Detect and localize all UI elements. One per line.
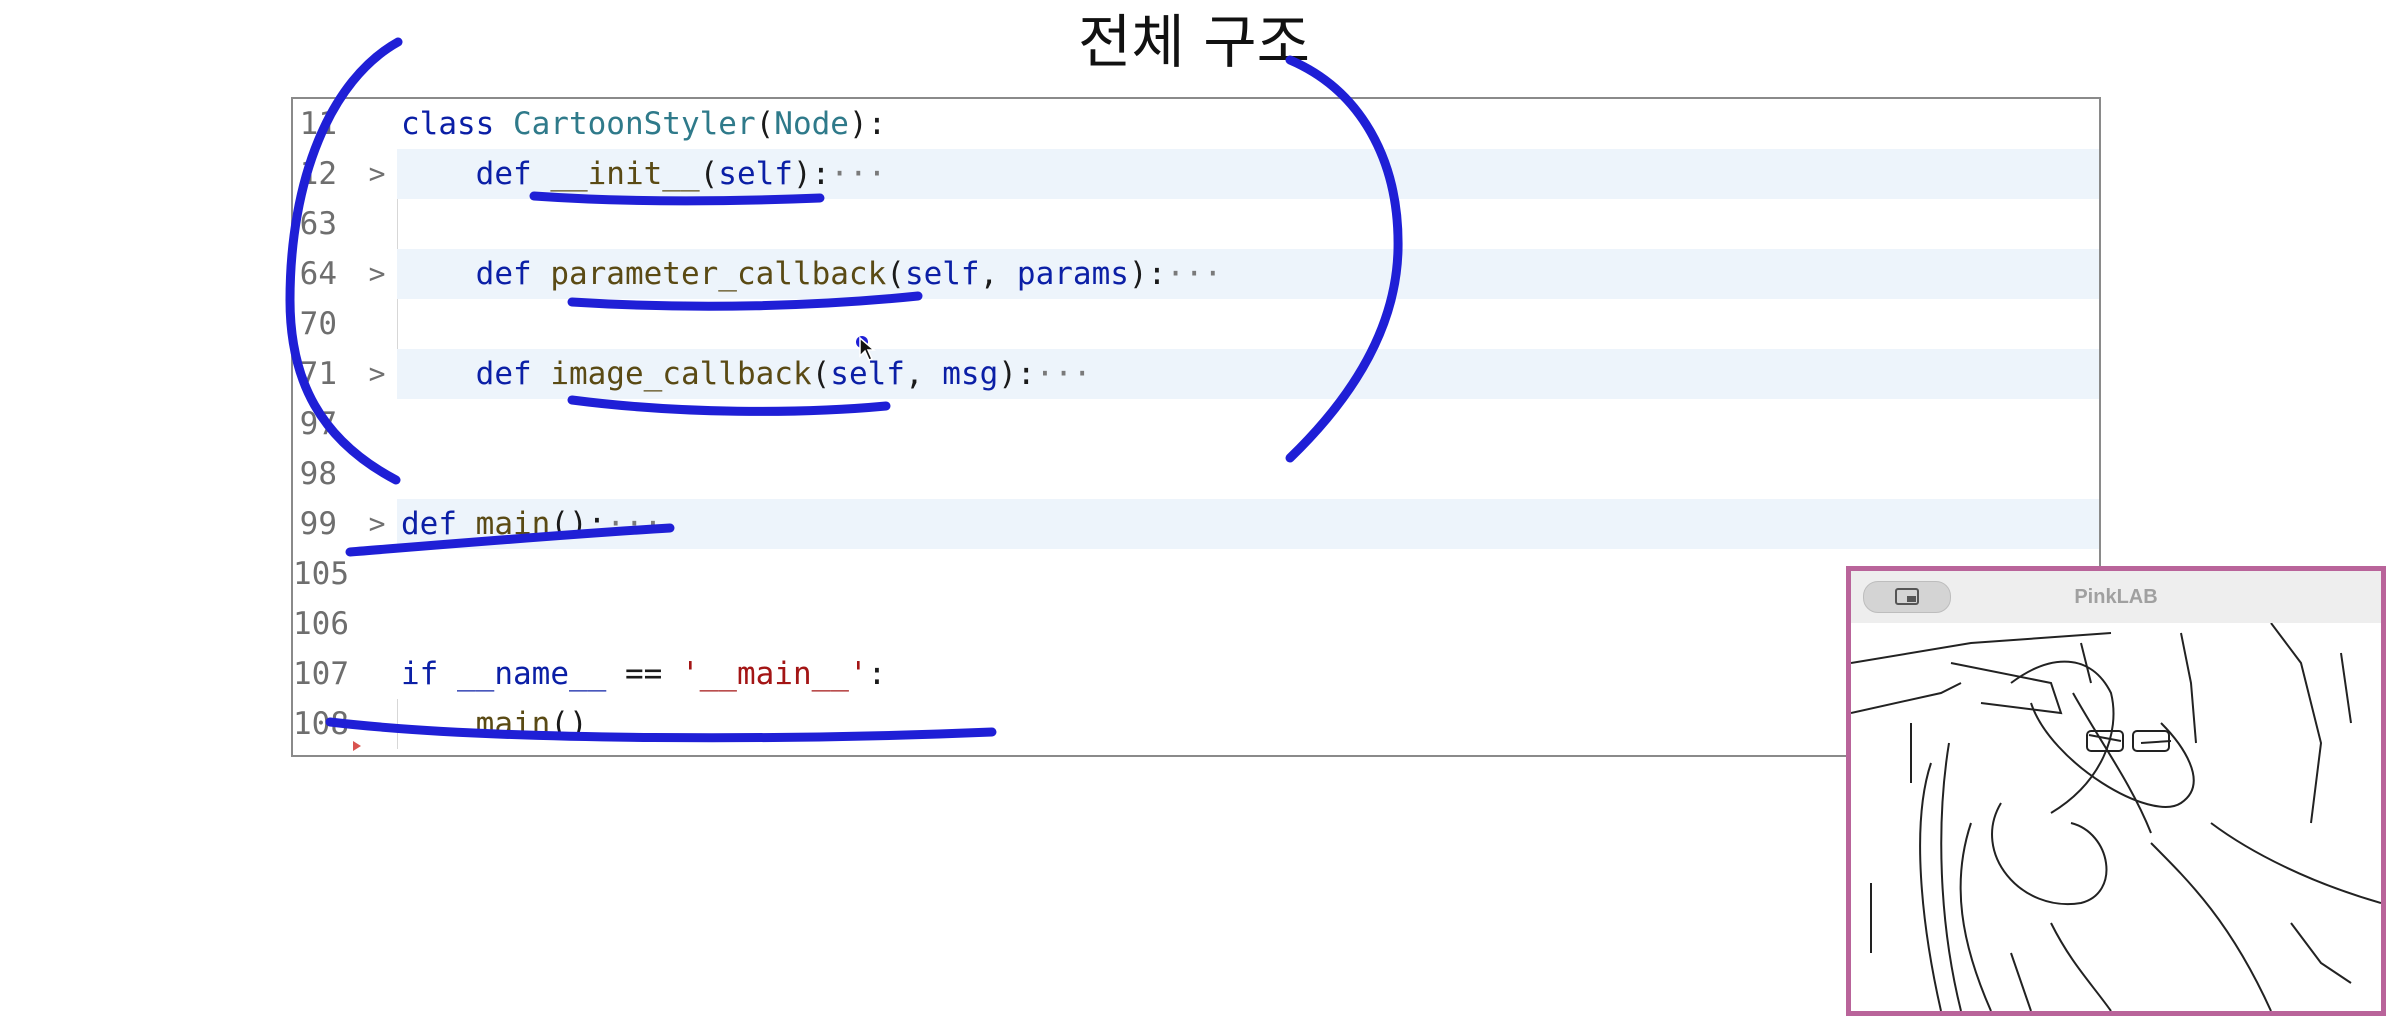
code-token: ): (998, 356, 1036, 392)
code-text: main() (397, 699, 2099, 749)
code-text: if __name__ == '__main__': (397, 649, 2099, 699)
line-number: 71 (299, 356, 337, 392)
code-token: == (606, 656, 681, 692)
code-line[interactable]: 99 > def main():··· (293, 499, 2099, 549)
code-token: ··· (606, 506, 663, 542)
slide-title: 전체 구조 (1078, 8, 1310, 76)
code-token: ··· (1035, 356, 1092, 392)
code-token: ( (755, 106, 775, 142)
code-token: def (475, 356, 551, 392)
line-number: 11 (299, 106, 337, 142)
code-text: def __init__(self):··· (397, 149, 2099, 199)
code-token: Node (774, 106, 849, 142)
code-line[interactable]: 97 (293, 399, 2099, 449)
line-number: 63 (299, 206, 337, 242)
line-number: 107 (293, 656, 349, 692)
code-token: , (904, 356, 943, 392)
code-line[interactable]: 64 > def parameter_callback(self, params)… (293, 249, 2099, 299)
code-token: self (904, 256, 980, 292)
code-token: def (475, 156, 551, 192)
code-text: class CartoonStyler(Node): (397, 99, 2099, 149)
code-token: main (475, 506, 551, 542)
line-number: 105 (293, 556, 349, 592)
line-number: 12 (299, 156, 337, 192)
line-number: 98 (299, 456, 337, 492)
code-token: main (475, 706, 551, 742)
pip-video-feed (1850, 622, 2382, 1012)
code-token: def (475, 256, 551, 292)
code-token: ( (699, 156, 719, 192)
code-line[interactable]: 71 > def image_callback(self, msg):··· (293, 349, 2099, 399)
code-token: __init__ (550, 156, 700, 192)
code-line[interactable]: 108 main() (293, 699, 2099, 749)
fold-chevron-icon[interactable]: > (363, 149, 391, 199)
code-token: (): (550, 506, 607, 542)
code-token: self (718, 156, 793, 192)
code-editor[interactable]: 11 class CartoonStyler(Node): 12 > def __in… (291, 97, 2101, 757)
code-token: CartoonStyler (512, 106, 756, 142)
code-token: , (979, 256, 1017, 292)
cartoon-filter-video-frame (1850, 622, 2382, 1012)
code-token: __name__ (457, 656, 607, 692)
code-token: ··· (1166, 256, 1223, 292)
fold-chevron-icon[interactable]: > (363, 249, 391, 299)
gutter-marker-icon (353, 741, 361, 751)
code-token: ··· (830, 156, 887, 192)
code-token: : (867, 656, 887, 692)
code-token: parameter_callback (550, 256, 887, 292)
code-line[interactable]: 11 class CartoonStyler(Node): (293, 99, 2099, 149)
line-number: 64 (299, 256, 337, 292)
code-line[interactable]: 105 (293, 549, 2099, 599)
code-text: def image_callback(self, msg):··· (397, 349, 2099, 399)
fold-chevron-icon[interactable]: > (363, 499, 391, 549)
pip-window[interactable]: PinkLAB (1846, 566, 2386, 1016)
code-token: ( (811, 356, 831, 392)
code-token: '__main__' (680, 656, 868, 692)
code-line[interactable]: 63 (293, 199, 2099, 249)
code-line[interactable]: 107 if __name__ == '__main__': (293, 649, 2099, 699)
code-token: if (401, 656, 457, 692)
code-token: ): (1128, 256, 1167, 292)
code-line[interactable]: 70 (293, 299, 2099, 349)
code-token: class (401, 106, 513, 142)
mouse-cursor-icon (859, 336, 876, 361)
code-token: ): (792, 156, 831, 192)
code-text: def parameter_callback(self, params):··· (397, 249, 2099, 299)
line-number: 106 (293, 606, 349, 642)
code-token: ): (848, 106, 887, 142)
line-number: 70 (299, 306, 337, 342)
code-line[interactable]: 12 > def __init__(self):··· (293, 149, 2099, 199)
code-token: image_callback (550, 356, 812, 392)
code-line[interactable]: 98 (293, 449, 2099, 499)
code-token: ( (886, 256, 905, 292)
fold-chevron-icon[interactable]: > (363, 349, 391, 399)
line-number: 108 (293, 706, 349, 742)
pip-titlebar[interactable]: PinkLAB (1851, 571, 2381, 624)
code-line[interactable]: 106 (293, 599, 2099, 649)
line-number: 97 (299, 406, 337, 442)
code-token: def (401, 506, 476, 542)
code-token: msg (942, 356, 999, 392)
pip-window-title: PinkLAB (2074, 586, 2158, 608)
code-token: params (1016, 256, 1129, 292)
code-text: def main():··· (397, 499, 2099, 549)
line-number: 99 (299, 506, 337, 542)
code-token: () (550, 706, 588, 742)
